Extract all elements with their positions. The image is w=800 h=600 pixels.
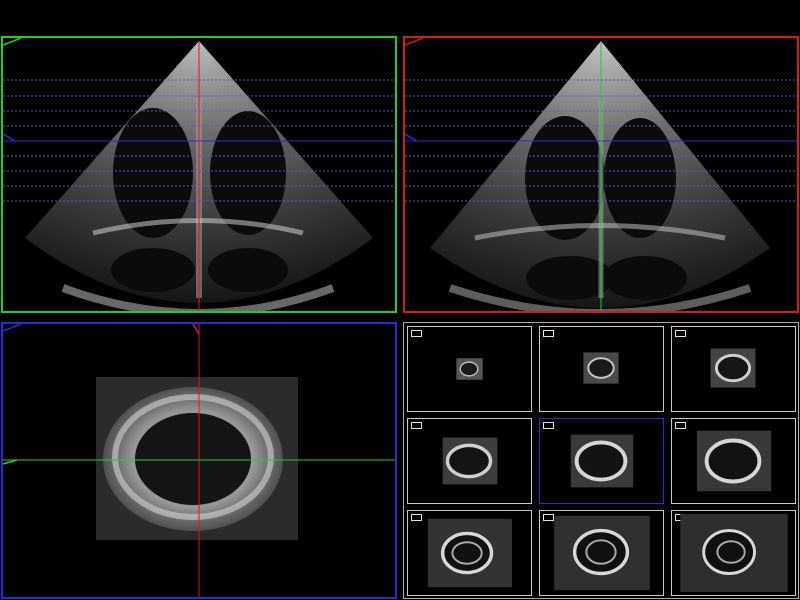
slice-thumbnail-5-active[interactable] bbox=[539, 418, 664, 504]
slice-thumbnail-9[interactable] bbox=[671, 510, 796, 596]
slice-grid bbox=[403, 322, 799, 599]
slice-thumbnail-1[interactable] bbox=[407, 326, 532, 412]
orientation-marker-icon bbox=[405, 38, 424, 46]
apical-view-b-image bbox=[405, 38, 797, 311]
apical-view-a-image bbox=[3, 38, 395, 311]
slice-thumbnail-3[interactable] bbox=[671, 326, 796, 412]
apical-view-a[interactable] bbox=[1, 36, 397, 313]
apical-view-b[interactable] bbox=[403, 36, 799, 313]
short-axis-view[interactable] bbox=[1, 322, 397, 599]
slice-thumbnail-6[interactable] bbox=[671, 418, 796, 504]
slice-thumbnail-7[interactable] bbox=[407, 510, 532, 596]
short-axis-image bbox=[3, 324, 395, 597]
orientation-marker-icon bbox=[3, 38, 22, 46]
slice-thumbnail-8[interactable] bbox=[539, 510, 664, 596]
slice-thumbnail-4[interactable] bbox=[407, 418, 532, 504]
orientation-marker-icon bbox=[3, 324, 22, 332]
echo-3d-workspace bbox=[0, 0, 800, 600]
slice-thumbnail-2[interactable] bbox=[539, 326, 664, 412]
